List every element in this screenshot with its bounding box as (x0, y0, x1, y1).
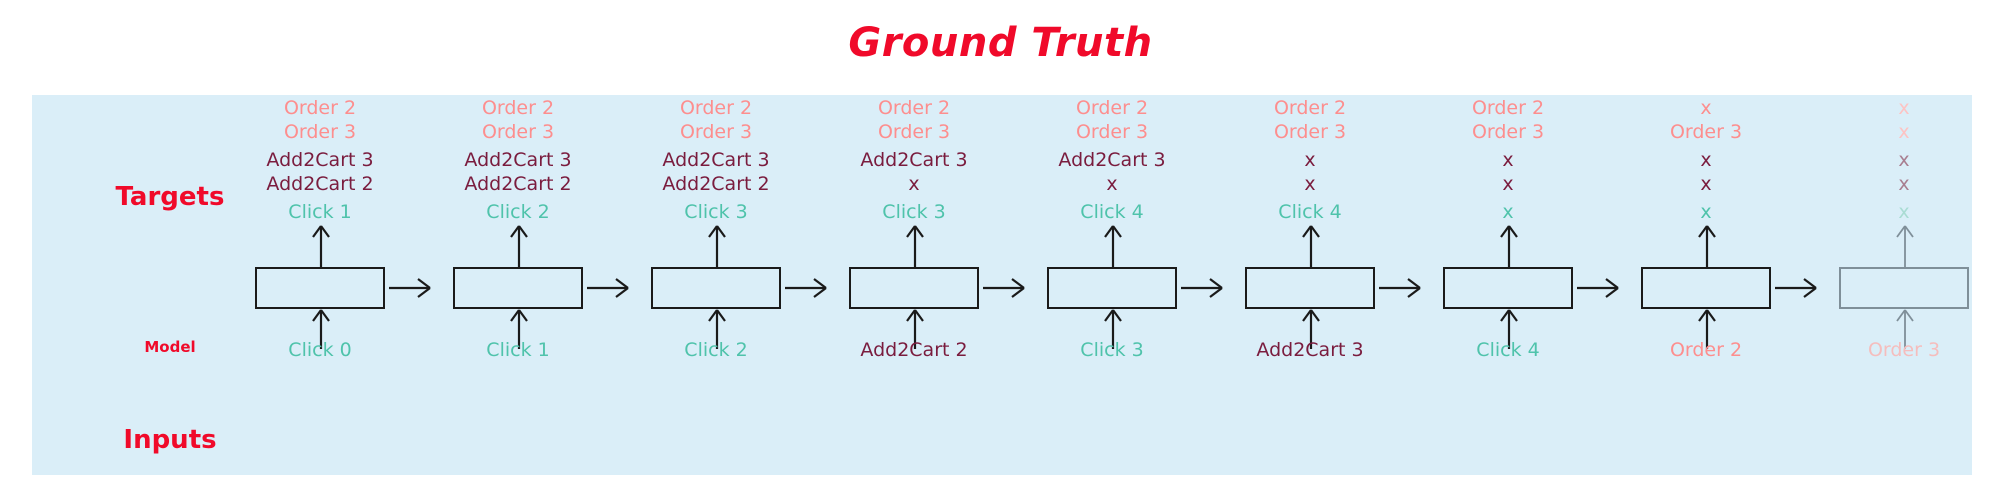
input-token: Click 1 (486, 339, 550, 361)
target-order-1: x (1700, 97, 1712, 119)
target-order-1: Order 2 (283, 97, 357, 119)
model-cell-box (1443, 267, 1573, 309)
timestep-column: x x x x x Order 3 (1839, 95, 1969, 475)
model-cell-box (453, 267, 583, 309)
target-click: Click 4 (1080, 201, 1144, 223)
target-click: Click 1 (288, 201, 352, 223)
target-click: Click 3 (882, 201, 946, 223)
target-order-1: Order 2 (481, 97, 555, 119)
input-token: Order 3 (1867, 339, 1941, 361)
target-add2cart-1: x (1898, 149, 1910, 171)
target-order-2: Order 3 (679, 121, 753, 143)
timestep-column: Order 2 Order 3 Add2Cart 3 Add2Cart 2 Click … (453, 95, 629, 475)
model-cell-box (255, 267, 385, 309)
right-arrow-icon (983, 277, 1027, 299)
target-add2cart-1: Add2Cart 3 (464, 149, 572, 171)
target-order-2: Order 3 (283, 121, 357, 143)
target-add2cart-2: x (1898, 173, 1910, 195)
input-token: Click 0 (288, 339, 352, 361)
target-order-2: Order 3 (877, 121, 951, 143)
model-cell-box (1839, 267, 1969, 309)
right-arrow-icon (785, 277, 829, 299)
right-arrow-icon (1577, 277, 1621, 299)
target-add2cart-1: x (1700, 149, 1712, 171)
target-add2cart-1: Add2Cart 3 (266, 149, 374, 171)
target-add2cart-2: x (908, 173, 920, 195)
target-order-1: Order 2 (1075, 97, 1149, 119)
target-order-2: Order 3 (481, 121, 555, 143)
right-arrow-icon (1775, 277, 1819, 299)
model-cell-box (1641, 267, 1771, 309)
up-arrow-icon (1104, 223, 1122, 267)
target-order-1: Order 2 (1273, 97, 1347, 119)
target-order-2: x (1898, 121, 1910, 143)
row-label-inputs: Inputs (123, 425, 217, 455)
target-order-2: Order 3 (1471, 121, 1545, 143)
timestep-column: Order 2 Order 3 Add2Cart 3 Add2Cart 2 Click … (651, 95, 827, 475)
right-arrow-icon (1379, 277, 1423, 299)
input-token: Click 2 (684, 339, 748, 361)
target-add2cart-1: Add2Cart 3 (662, 149, 770, 171)
timestep-column: Order 2 Order 3 Add2Cart 3 x Click 3 Add2Cart… (849, 95, 1025, 475)
timestep-column: Order 2 Order 3 x x x Click 4 (1443, 95, 1619, 475)
target-add2cart-2: x (1502, 173, 1514, 195)
model-cell-box (1047, 267, 1177, 309)
up-arrow-icon (1500, 223, 1518, 267)
target-order-1: Order 2 (679, 97, 753, 119)
target-click: x (1502, 201, 1514, 223)
up-arrow-icon (708, 223, 726, 267)
up-arrow-icon (1896, 223, 1914, 267)
target-add2cart-1: x (1502, 149, 1514, 171)
right-arrow-icon (1181, 277, 1225, 299)
target-add2cart-1: Add2Cart 3 (1058, 149, 1166, 171)
target-click: Click 3 (684, 201, 748, 223)
target-order-2: Order 3 (1669, 121, 1743, 143)
target-order-1: x (1898, 97, 1910, 119)
target-add2cart-2: x (1700, 173, 1712, 195)
target-order-1: Order 2 (877, 97, 951, 119)
diagram-root: Ground Truth Targets Model Inputs Order … (0, 0, 2001, 501)
timestep-column: Order 2 Order 3 x x Click 4 Add2Cart 3 (1245, 95, 1421, 475)
page-title: Ground Truth (848, 20, 1153, 66)
timestep-column: Order 2 Order 3 Add2Cart 3 x Click 4 Click 3 (1047, 95, 1223, 475)
input-token: Add2Cart 3 (1256, 339, 1364, 361)
target-add2cart-2: x (1106, 173, 1118, 195)
target-click: Click 2 (486, 201, 550, 223)
up-arrow-icon (906, 223, 924, 267)
target-add2cart-2: Add2Cart 2 (464, 173, 572, 195)
right-arrow-icon (587, 277, 631, 299)
target-add2cart-1: x (1304, 149, 1316, 171)
target-order-2: Order 3 (1273, 121, 1347, 143)
right-arrow-icon (389, 277, 433, 299)
target-click: Click 4 (1278, 201, 1342, 223)
up-arrow-icon (312, 223, 330, 267)
model-cell-box (849, 267, 979, 309)
up-arrow-icon (1302, 223, 1320, 267)
input-token: Click 4 (1476, 339, 1540, 361)
target-add2cart-2: x (1304, 173, 1316, 195)
timestep-column: x Order 3 x x x Order 2 (1641, 95, 1817, 475)
target-order-1: Order 2 (1471, 97, 1545, 119)
up-arrow-icon (1698, 223, 1716, 267)
timestep-column: Order 2 Order 3 Add2Cart 3 Add2Cart 2 Click … (255, 95, 431, 475)
up-arrow-icon (510, 223, 528, 267)
model-cell-box (1245, 267, 1375, 309)
input-token: Click 3 (1080, 339, 1144, 361)
target-click: x (1700, 201, 1712, 223)
input-token: Order 2 (1669, 339, 1743, 361)
target-click: x (1898, 201, 1910, 223)
model-cell-box (651, 267, 781, 309)
target-add2cart-2: Add2Cart 2 (266, 173, 374, 195)
target-add2cart-1: Add2Cart 3 (860, 149, 968, 171)
target-order-2: Order 3 (1075, 121, 1149, 143)
input-token: Add2Cart 2 (860, 339, 968, 361)
target-add2cart-2: Add2Cart 2 (662, 173, 770, 195)
